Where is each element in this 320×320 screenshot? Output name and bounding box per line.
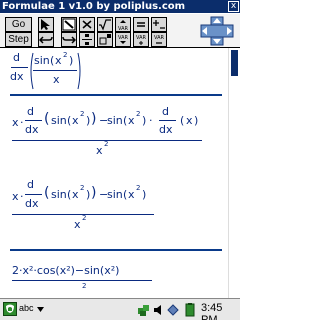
d-numerator: d	[27, 178, 34, 191]
svg-text:VAR: VAR	[154, 35, 165, 41]
signal-icon[interactable]	[167, 303, 179, 317]
fraction-bar	[11, 67, 28, 68]
variable-x: x	[72, 114, 79, 127]
variable-x: x	[128, 188, 135, 201]
open-paren: (	[123, 114, 128, 127]
svg-text:VAR: VAR	[118, 26, 129, 31]
variable-x: x	[128, 114, 135, 127]
vertical-scrollbar[interactable]	[228, 48, 240, 298]
denominator-x: x	[53, 73, 60, 86]
separator	[10, 249, 222, 251]
volume-icon[interactable]	[153, 303, 165, 317]
d-numerator: d	[13, 51, 20, 64]
equals-icon[interactable]	[133, 17, 149, 32]
power-icon[interactable]	[97, 32, 113, 47]
close-paren: )	[69, 54, 74, 67]
exponent: 2	[136, 184, 141, 192]
exponent: 2	[80, 110, 85, 118]
close-paren: )	[142, 188, 147, 201]
close-paren: )	[86, 188, 91, 201]
battery-icon[interactable]	[183, 303, 197, 317]
exponent: 2	[82, 282, 87, 290]
square-root-icon[interactable]	[97, 17, 113, 32]
fraction-bar	[12, 280, 152, 281]
open-paren: (	[50, 54, 55, 67]
d-numerator: d	[27, 105, 34, 118]
denominator-x: x	[74, 218, 81, 231]
variable-x: x	[55, 54, 62, 67]
dx-denominator: dx	[25, 123, 39, 136]
exponent: 2	[104, 140, 109, 148]
dx-denominator: dx	[25, 197, 39, 210]
open-paren: (	[67, 188, 72, 201]
close-paren: )	[142, 114, 147, 127]
close-paren: )	[86, 114, 91, 127]
dot-operator: ·	[20, 116, 24, 129]
palm-home-icon[interactable]	[3, 302, 17, 316]
dx-denominator: dx	[10, 70, 24, 83]
fraction-bar	[33, 70, 77, 71]
close-button[interactable]: x	[228, 1, 239, 12]
sin-function: sin	[107, 188, 123, 201]
window-title: Formulae 1 v1.0 by poliplus.com	[2, 1, 186, 12]
big-close-paren: )	[91, 111, 97, 127]
exponent: 2	[82, 214, 87, 222]
exponent: 2	[80, 184, 85, 192]
input-mode-label[interactable]: abc	[19, 303, 34, 313]
formula-workspace[interactable]: d dx sin ( x 2 ) x x · d dx ( sin ( x 2 …	[0, 48, 228, 298]
var-down-icon[interactable]: VAR	[115, 32, 131, 47]
dot-operator: ·	[20, 190, 24, 203]
delete-x-icon[interactable]	[79, 17, 95, 32]
fraction-bar	[25, 194, 42, 195]
big-close-paren: )	[91, 185, 97, 201]
status-bar: abc 3:45 PM	[0, 298, 240, 320]
title-bar: Formulae 1 v1.0 by poliplus.com	[0, 0, 240, 13]
format-toggle-icon[interactable]	[61, 17, 77, 32]
fraction-bar	[159, 120, 176, 121]
sin-function: sin	[34, 54, 50, 67]
variable-x: x	[12, 190, 19, 203]
undo-icon[interactable]	[38, 32, 54, 47]
open-paren: (	[123, 188, 128, 201]
fraction-icon[interactable]	[79, 32, 95, 47]
plus-minus-icon[interactable]	[151, 17, 167, 32]
svg-text:VAR: VAR	[136, 35, 147, 41]
sin-function: sin	[107, 114, 123, 127]
numerator-expression: 2·x²·cos(x²)−sin(x²)	[12, 264, 120, 277]
var-up-icon[interactable]: VAR	[115, 17, 131, 32]
redo-icon[interactable]	[61, 32, 77, 47]
sin-function: sin	[51, 188, 67, 201]
variable-x: x	[186, 114, 193, 127]
big-open-paren: (	[44, 185, 50, 201]
direction-pad-icon[interactable]	[199, 16, 235, 46]
connectivity-icon[interactable]	[137, 303, 151, 317]
exponent: 2	[136, 110, 141, 118]
separator	[10, 94, 222, 96]
d-numerator: d	[162, 105, 169, 118]
scrollbar-thumb[interactable]	[231, 50, 238, 76]
svg-text:VAR: VAR	[118, 35, 129, 41]
cursor-icon[interactable]	[38, 17, 54, 32]
fraction-bar	[25, 120, 42, 121]
var-remove-icon[interactable]: VAR	[151, 32, 167, 47]
dx-denominator: dx	[159, 123, 173, 136]
exponent: 2	[63, 51, 68, 59]
sin-function: sin	[51, 114, 67, 127]
variable-x: x	[12, 116, 19, 129]
big-open-paren: (	[44, 111, 50, 127]
clock[interactable]: 3:45 PM	[201, 302, 240, 320]
open-paren: (	[67, 114, 72, 127]
dot-operator: ·	[149, 114, 153, 127]
variable-x: x	[72, 188, 79, 201]
go-button[interactable]: Go	[5, 17, 32, 32]
input-dropdown-icon[interactable]	[36, 303, 45, 315]
denominator-x: x	[96, 144, 103, 157]
right-paren-icon	[77, 52, 81, 90]
open-paren: (	[180, 114, 185, 127]
close-paren: )	[194, 114, 199, 127]
var-insert-icon[interactable]: VAR	[133, 32, 149, 47]
step-button[interactable]: Step	[5, 32, 32, 47]
